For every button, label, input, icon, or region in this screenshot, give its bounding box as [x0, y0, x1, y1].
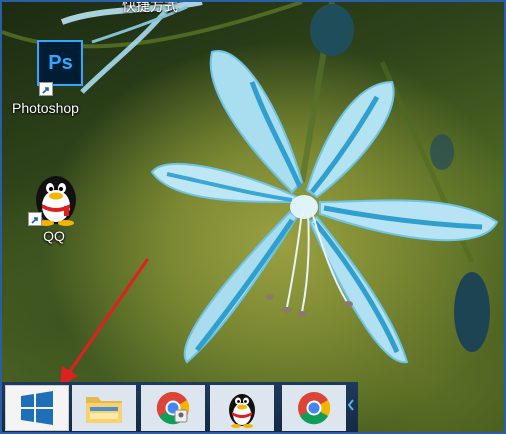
desktop-icon-label-partial: 快捷方式 [122, 0, 178, 14]
desktop-icon-label: QQ [43, 228, 65, 244]
taskbar [2, 382, 358, 432]
shortcut-arrow-icon [28, 212, 42, 226]
taskbar-file-explorer-button[interactable] [72, 385, 136, 431]
taskbar-chrome-button[interactable] [141, 385, 205, 431]
folder-icon [86, 397, 122, 423]
taskbar-qq-button[interactable] [210, 385, 274, 431]
photoshop-icon: Ps [21, 40, 84, 96]
desktop-icon-photoshop[interactable]: Ps Photoshop [12, 40, 84, 116]
taskbar-overflow-chevron-icon[interactable] [347, 398, 354, 411]
windows-logo-icon [21, 391, 53, 425]
screenshot-frame: 快捷方式 Ps Photoshop QQ [0, 0, 506, 434]
shortcut-arrow-icon [39, 82, 54, 96]
chrome-icon [298, 392, 331, 425]
red-annotation-arrow [60, 258, 149, 386]
qq-penguin-icon [229, 394, 255, 428]
qq-penguin-icon [26, 168, 82, 226]
desktop-icon-label: Photoshop [12, 100, 79, 116]
taskbar-chrome-button[interactable] [282, 385, 346, 431]
chrome-icon [156, 391, 190, 425]
desktop-icon-qq[interactable]: QQ [26, 168, 82, 244]
start-button[interactable] [5, 385, 69, 431]
